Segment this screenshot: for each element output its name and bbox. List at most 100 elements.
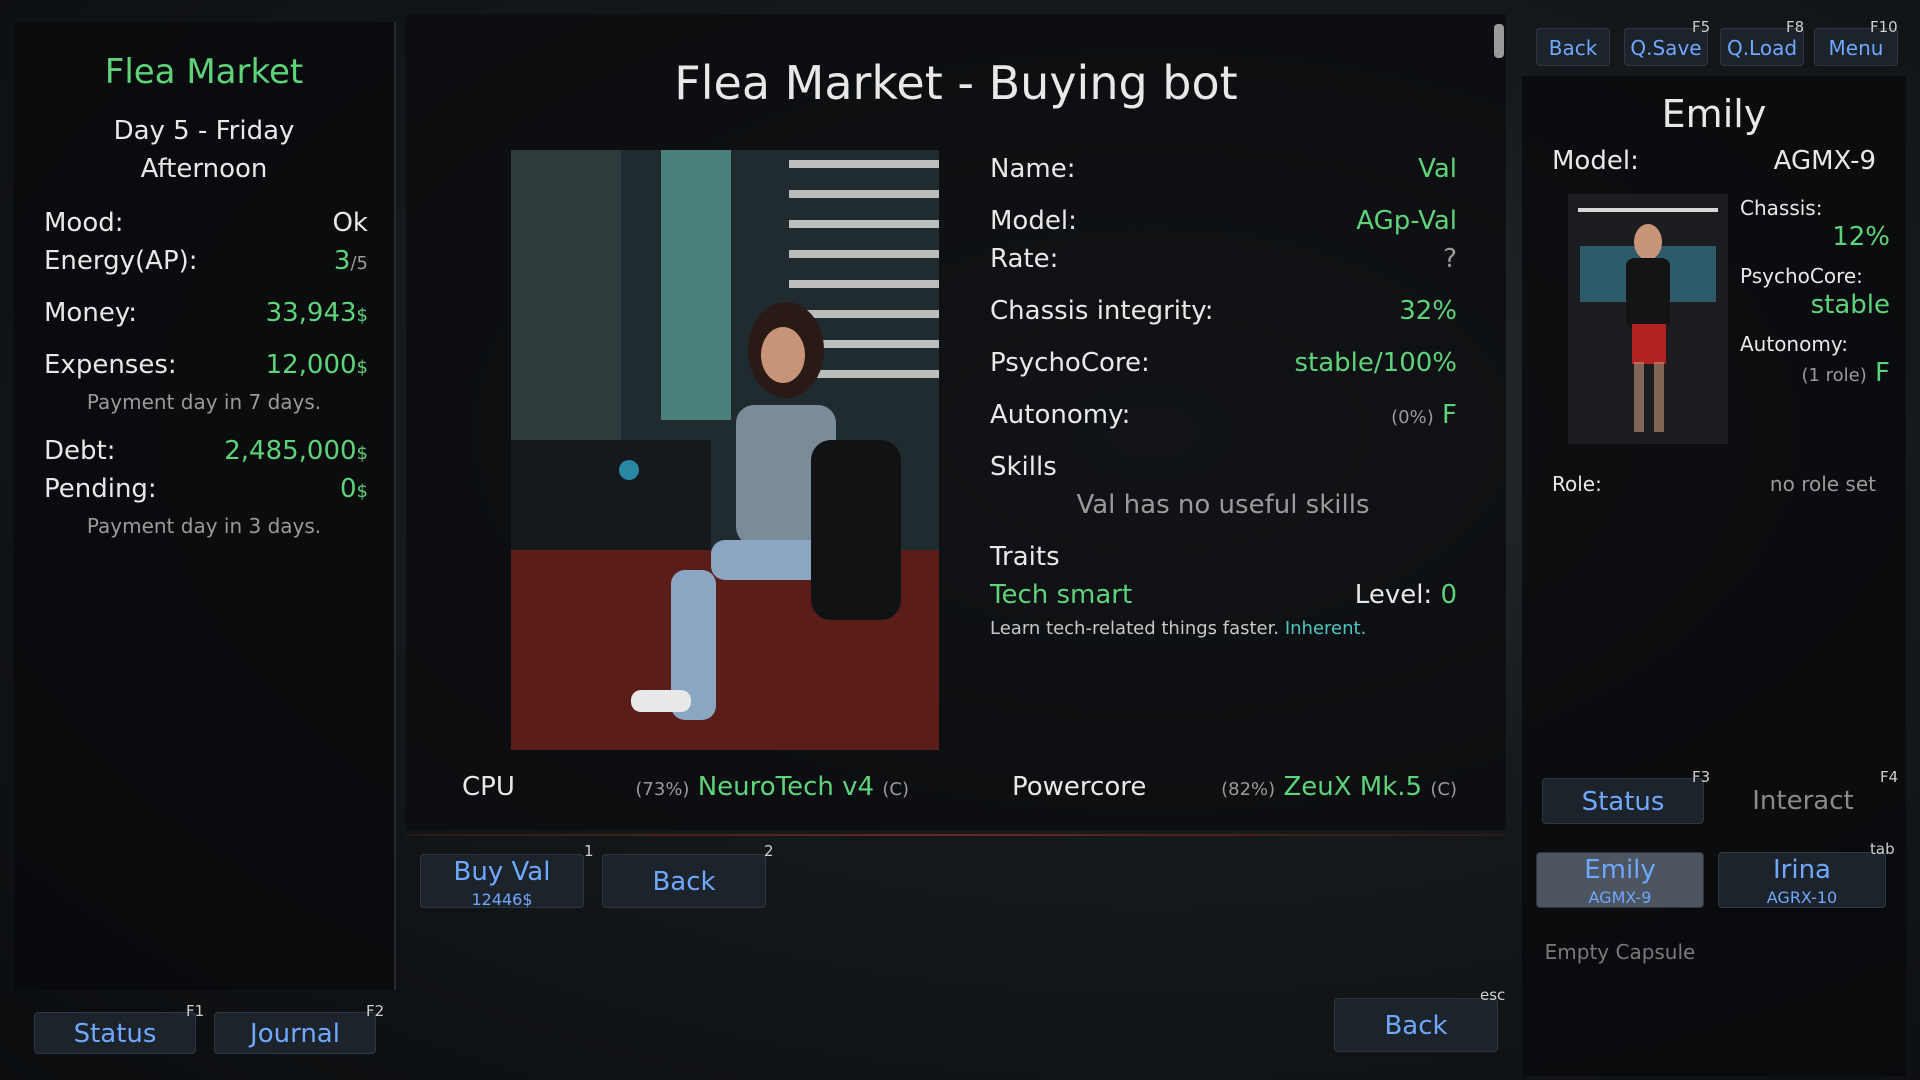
expenses-value: 12,000$ (266, 350, 368, 380)
scrollbar-thumb[interactable] (1494, 24, 1504, 58)
name-value: Val (1418, 154, 1457, 184)
money-label: Money: (44, 298, 138, 328)
bot-name: Emily (1661, 92, 1767, 136)
money-amount: 33,943 (265, 298, 357, 328)
debt-amount: 2,485,000 (224, 436, 357, 466)
bot-chassis-value: 12% (1832, 222, 1890, 252)
pending-value: 0$ (340, 474, 368, 504)
rate-label: Rate: (990, 244, 1059, 274)
cpu-name: NeuroTech v4 (697, 772, 875, 802)
powercore-name: ZeuX Mk.5 (1283, 772, 1423, 802)
traits-heading: Traits (990, 542, 1060, 572)
quick-load-hotkey: F8 (1786, 18, 1805, 36)
debt-unit: $ (356, 443, 368, 464)
bot-autonomy-roles: (1 role) (1801, 365, 1867, 386)
bot-psychocore-label: PsychoCore: (1740, 264, 1863, 288)
bot-portrait (1568, 194, 1728, 444)
mood-value: Ok (332, 208, 368, 238)
psychocore-state: stable (1294, 348, 1374, 378)
tab-interact-hotkey: F4 (1880, 768, 1899, 786)
energy-current: 3 (333, 246, 351, 276)
trait-inherent: Inherent. (1284, 618, 1367, 639)
chassis-value: 32% (1399, 296, 1457, 326)
powercore-condition: (82%) (1221, 779, 1276, 800)
expenses-amount: 12,000 (265, 350, 357, 380)
day-label: Day 5 - Friday (113, 116, 295, 146)
location-title: Flea Market (104, 52, 304, 92)
expenses-note: Payment day in 7 days. (86, 390, 322, 414)
bot-autonomy-value: (1 role) F (1801, 358, 1890, 388)
debt-label: Debt: (44, 436, 116, 466)
main-back-button[interactable]: Back (1334, 998, 1498, 1052)
status-hotkey: F1 (186, 1002, 205, 1020)
expenses-label: Expenses: (44, 350, 177, 380)
debt-value: 2,485,000$ (224, 436, 368, 466)
expenses-unit: $ (356, 357, 368, 378)
bot-selector-emily[interactable]: Emily AGMX-9 (1536, 852, 1704, 908)
tab-interact[interactable]: Interact (1722, 778, 1884, 824)
bot-model-value: AGMX-9 (1773, 146, 1876, 176)
trait-level: Level: 0 (1355, 580, 1457, 610)
bot-cycle-hotkey: tab (1870, 840, 1895, 858)
bot-psychocore-value: stable (1810, 290, 1890, 320)
energy-max: /5 (350, 253, 368, 274)
buy-hotkey: 1 (584, 842, 594, 860)
buy-bot-button[interactable]: Buy Val 12446$ (420, 854, 584, 909)
model-label: Model: (990, 206, 1077, 236)
psychocore-value: stable/100% (1295, 348, 1458, 378)
bot-selector-name: Emily (1584, 855, 1656, 885)
action-back-hotkey: 2 (764, 842, 774, 860)
action-back-button[interactable]: Back (602, 854, 766, 908)
tab-status[interactable]: Status (1542, 778, 1704, 824)
energy-value: 3/5 (334, 246, 368, 276)
bot-picture (511, 150, 939, 750)
empty-capsule-slot[interactable]: Empty Capsule (1536, 940, 1704, 964)
bot-portrait-illustration (1568, 194, 1728, 444)
autonomy-label: Autonomy: (990, 400, 1131, 430)
autonomy-percent: (0%) (1391, 407, 1434, 428)
trait-name[interactable]: Tech smart (990, 580, 1132, 610)
pending-amount: 0 (340, 474, 357, 504)
money-value: 33,943$ (266, 298, 368, 328)
bot-selector-model: AGRX-10 (1766, 888, 1838, 907)
money-unit: $ (356, 305, 368, 326)
page-title: Flea Market - Buying bot (674, 56, 1238, 110)
trait-level-label: Level: (1354, 580, 1433, 610)
status-button[interactable]: Status (34, 1012, 196, 1054)
powercore-value: (82%) ZeuX Mk.5 (C) (1221, 772, 1457, 802)
psychocore-label: PsychoCore: (990, 348, 1150, 378)
pending-unit: $ (356, 481, 368, 502)
pending-note: Payment day in 3 days. (86, 514, 322, 538)
trait-level-value: 0 (1440, 580, 1457, 610)
cpu-label: CPU (462, 772, 515, 802)
cpu-condition: (73%) (635, 779, 690, 800)
tab-status-hotkey: F3 (1692, 768, 1711, 786)
model-value: AGp-Val (1356, 206, 1457, 236)
top-back-button[interactable]: Back (1536, 28, 1610, 66)
time-label: Afternoon (140, 154, 268, 184)
name-label: Name: (990, 154, 1076, 184)
rate-value: ? (1443, 244, 1457, 274)
energy-label: Energy(AP): (44, 246, 198, 276)
bot-selector-irina[interactable]: Irina AGRX-10 (1718, 852, 1886, 908)
main-back-hotkey: esc (1480, 986, 1506, 1004)
autonomy-grade: F (1442, 400, 1457, 430)
journal-button[interactable]: Journal (214, 1012, 376, 1054)
bot-chassis-label: Chassis: (1740, 196, 1823, 220)
buy-bot-price: 12446$ (471, 890, 533, 909)
journal-hotkey: F2 (366, 1002, 385, 1020)
bot-role-label: Role: (1552, 472, 1602, 496)
pending-label: Pending: (44, 474, 157, 504)
mood-label: Mood: (44, 208, 124, 238)
bot-scene-illustration (511, 150, 939, 750)
trait-description: Learn tech-related things faster. Inhere… (990, 618, 1366, 639)
trait-desc-text: Learn tech-related things faster. (990, 618, 1280, 639)
action-divider (406, 834, 1506, 836)
menu-hotkey: F10 (1870, 18, 1898, 36)
bot-role-value: no role set (1769, 472, 1876, 496)
bot-autonomy-grade: F (1875, 358, 1890, 388)
powercore-class: (C) (1430, 779, 1457, 800)
skills-text: Val has no useful skills (1076, 490, 1370, 520)
bot-selector-model: AGMX-9 (1588, 888, 1652, 907)
quick-save-hotkey: F5 (1692, 18, 1711, 36)
